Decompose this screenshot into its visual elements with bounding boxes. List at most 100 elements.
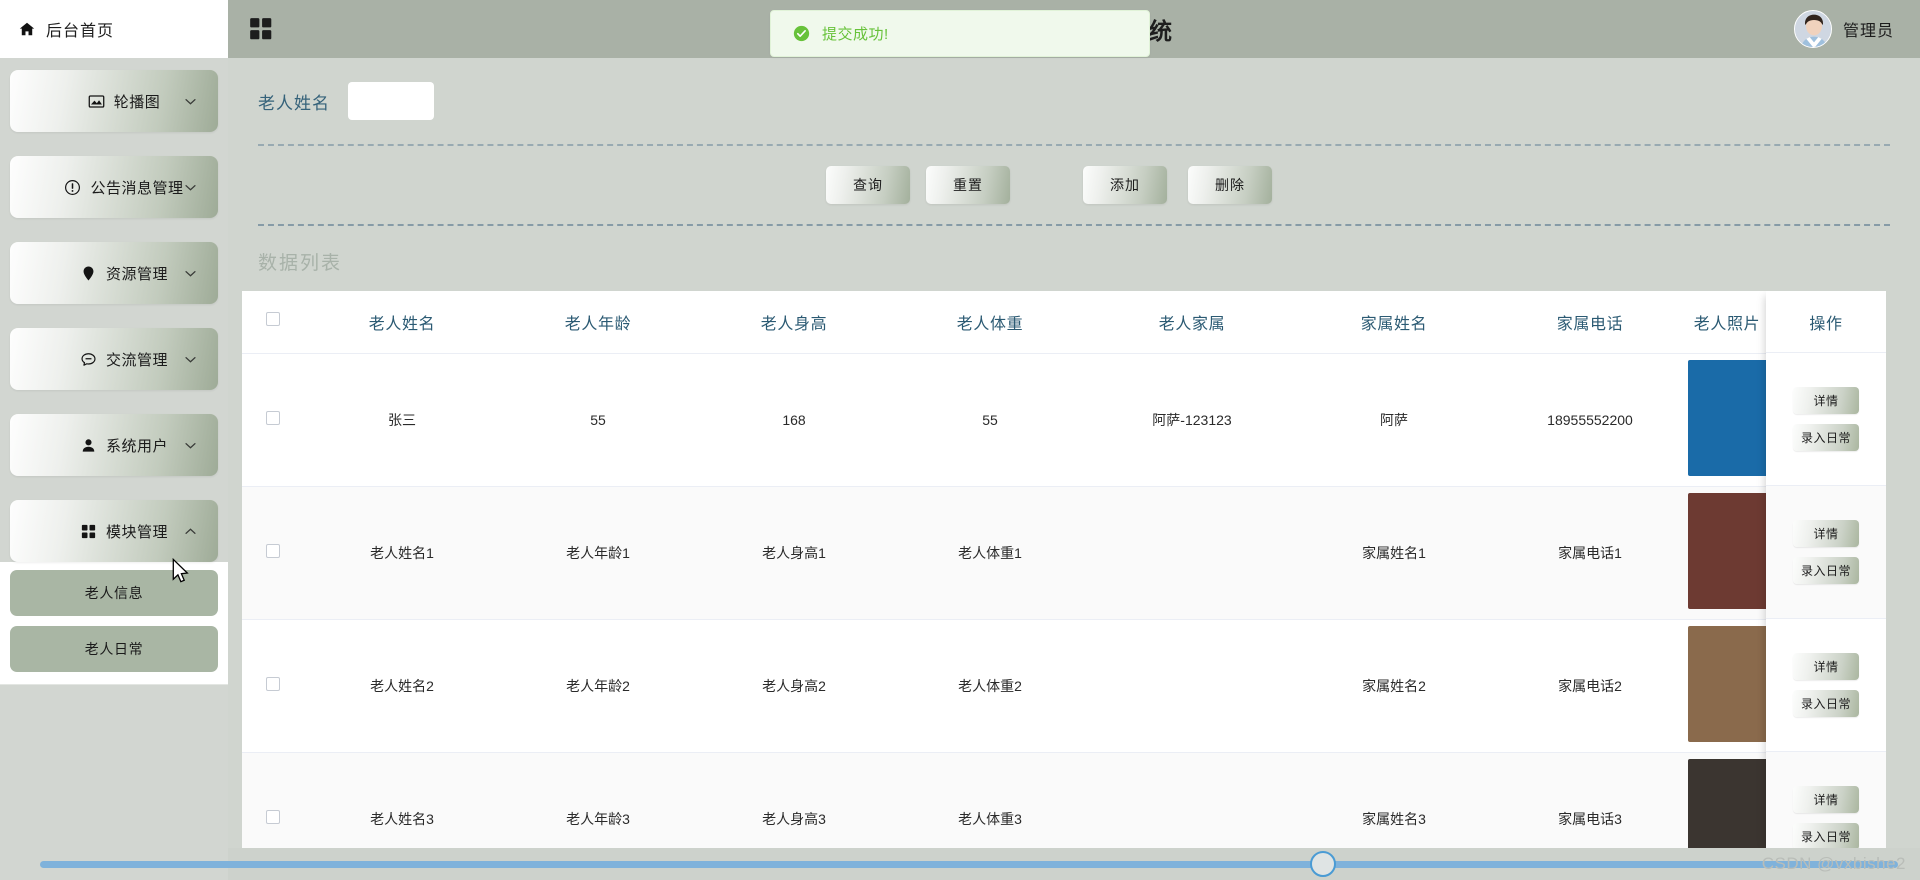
- record-daily-button[interactable]: 录入日常: [1793, 690, 1859, 717]
- row-actions: 详情 录入日常: [1766, 486, 1886, 619]
- select-all-header: [242, 291, 304, 354]
- detail-button[interactable]: 详情: [1793, 786, 1859, 813]
- sidebar-subitem-label: 老人日常: [84, 641, 144, 657]
- filter-label-name: 老人姓名: [258, 93, 330, 113]
- table-header-row: 老人姓名 老人年龄 老人身高 老人体重 老人家属 家属姓名 家属电话 老人照片: [242, 291, 1766, 354]
- elderly-photo: [1688, 360, 1772, 476]
- record-daily-button[interactable]: 录入日常: [1793, 557, 1859, 584]
- scrollbar-track[interactable]: [40, 861, 1898, 868]
- column-header: 老人年龄: [500, 291, 696, 354]
- cell-height: 168: [696, 353, 892, 487]
- cell-family: 阿萨-123123: [1088, 353, 1296, 487]
- row-actions: 详情 录入日常: [1766, 353, 1886, 486]
- divider-bottom: [258, 224, 1890, 226]
- sidebar-item-gonggao[interactable]: 公告消息管理: [10, 156, 218, 218]
- table-row[interactable]: 张三 55 168 55 阿萨-123123 阿萨 18955552200: [242, 353, 1772, 487]
- user-name-label: 管理员: [1842, 23, 1894, 40]
- operation-column-header: 操作: [1766, 291, 1886, 353]
- column-header: 老人姓名: [304, 291, 500, 354]
- delete-button[interactable]: 删除: [1188, 166, 1272, 204]
- sidebar-label: 公告消息管理: [90, 179, 184, 197]
- sidebar-label: 系统用户: [105, 437, 168, 455]
- column-header: 家属姓名: [1296, 291, 1492, 354]
- column-header: 老人身高: [696, 291, 892, 354]
- query-button[interactable]: 查询: [826, 166, 910, 204]
- cell-photo: [1688, 752, 1772, 848]
- sidebar-item-lunbotu[interactable]: 轮播图: [10, 70, 218, 132]
- image-icon: [88, 93, 105, 110]
- cell-photo: [1688, 353, 1772, 487]
- table-row[interactable]: 老人姓名3 老人年龄3 老人身高3 老人体重3 家属姓名3 家属电话3: [242, 752, 1772, 848]
- detail-button[interactable]: 详情: [1793, 653, 1859, 680]
- add-button[interactable]: 添加: [1083, 166, 1167, 204]
- row-checkbox[interactable]: [266, 411, 280, 425]
- grid-squares-icon: [80, 523, 97, 540]
- user-profile[interactable]: 管理员: [1793, 10, 1894, 48]
- row-select-cell: [242, 486, 304, 620]
- sidebar: 后台首页 轮播图 公告消息管理 资源管理 交流管理 系统用户 模块管理 老人信息…: [0, 0, 228, 880]
- cell-height: 老人身高1: [696, 486, 892, 620]
- chat-bubble-icon: [80, 351, 97, 368]
- cell-family: [1088, 486, 1296, 620]
- chevron-down-icon[interactable]: [183, 438, 198, 453]
- mouse-cursor-icon: [172, 557, 190, 584]
- chevron-down-icon[interactable]: [183, 180, 198, 195]
- record-daily-button[interactable]: 录入日常: [1793, 424, 1859, 451]
- main-content: 老人姓名 查询 重置 添加 删除 数据列表 老人姓名 老人年龄 老人身高 老人体…: [228, 58, 1920, 848]
- sidebar-item-jiaoliu[interactable]: 交流管理: [10, 328, 218, 390]
- horizontal-scrollbar[interactable]: [0, 848, 1920, 880]
- chevron-up-icon[interactable]: [183, 524, 198, 539]
- elderly-photo: [1688, 493, 1772, 609]
- table-row[interactable]: 老人姓名1 老人年龄1 老人身高1 老人体重1 家属姓名1 家属电话1: [242, 486, 1772, 620]
- row-checkbox[interactable]: [266, 810, 280, 824]
- location-pin-icon: [80, 265, 97, 282]
- row-select-cell: [242, 752, 304, 848]
- record-daily-button[interactable]: 录入日常: [1793, 823, 1859, 848]
- row-actions: 详情 录入日常: [1766, 752, 1886, 848]
- search-input[interactable]: [348, 82, 434, 120]
- sidebar-item-xitongyonghu[interactable]: 系统用户: [10, 414, 218, 476]
- cell-name: 老人姓名1: [304, 486, 500, 620]
- scrollbar-thumb[interactable]: [1310, 851, 1336, 877]
- sidebar-item-ziyuan[interactable]: 资源管理: [10, 242, 218, 304]
- elderly-photo: [1688, 626, 1772, 742]
- sidebar-home-label: 后台首页: [46, 23, 115, 40]
- sidebar-subitem-laorenrichang[interactable]: 老人日常: [10, 626, 218, 672]
- cell-weight: 老人体重2: [892, 619, 1088, 753]
- exclamation-circle-icon: [64, 179, 81, 196]
- cell-family-name: 家属姓名1: [1296, 486, 1492, 620]
- chevron-down-icon[interactable]: [183, 266, 198, 281]
- cell-name: 张三: [304, 353, 500, 487]
- chevron-down-icon[interactable]: [183, 352, 198, 367]
- cell-family: [1088, 752, 1296, 848]
- chevron-down-icon[interactable]: [183, 94, 198, 109]
- table-row[interactable]: 老人姓名2 老人年龄2 老人身高2 老人体重2 家属姓名2 家属电话2: [242, 619, 1772, 753]
- reset-button[interactable]: 重置: [926, 166, 1010, 204]
- row-actions: 详情 录入日常: [1766, 619, 1886, 752]
- cell-weight: 老人体重3: [892, 752, 1088, 848]
- person-icon: [80, 437, 97, 454]
- detail-button[interactable]: 详情: [1793, 520, 1859, 547]
- sidebar-label: 模块管理: [105, 523, 168, 541]
- row-select-cell: [242, 353, 304, 487]
- cell-photo: [1688, 619, 1772, 753]
- sidebar-item-mokuaiguanli[interactable]: 模块管理: [10, 500, 218, 562]
- sidebar-item-home[interactable]: 后台首页: [0, 0, 228, 58]
- table-body: 张三 55 168 55 阿萨-123123 阿萨 18955552200 老人…: [242, 353, 1772, 848]
- data-table: 老人姓名 老人年龄 老人身高 老人体重 老人家属 家属姓名 家属电话 老人照片 …: [242, 291, 1772, 848]
- filter-bar: 老人姓名: [228, 58, 1920, 144]
- detail-button[interactable]: 详情: [1793, 387, 1859, 414]
- toast-message: 提交成功!: [822, 26, 889, 43]
- sidebar-label: 交流管理: [105, 351, 168, 369]
- sidebar-label: 资源管理: [105, 265, 168, 283]
- cell-family-phone: 家属电话3: [1492, 752, 1688, 848]
- cell-age: 老人年龄2: [500, 619, 696, 753]
- cell-height: 老人身高2: [696, 619, 892, 753]
- row-checkbox[interactable]: [266, 677, 280, 691]
- sidebar-menu: 轮播图 公告消息管理 资源管理 交流管理 系统用户 模块管理: [0, 58, 228, 562]
- avatar: [1793, 10, 1832, 48]
- row-select-cell: [242, 619, 304, 753]
- cell-weight: 老人体重1: [892, 486, 1088, 620]
- row-checkbox[interactable]: [266, 544, 280, 558]
- select-all-checkbox[interactable]: [266, 312, 280, 327]
